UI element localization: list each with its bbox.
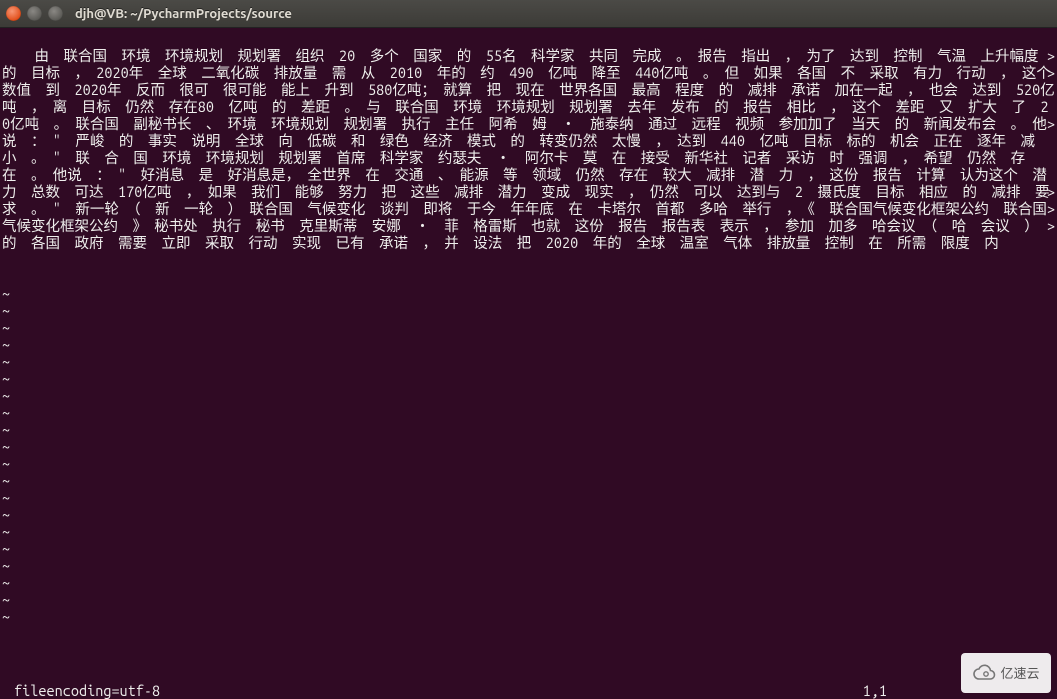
terminal-viewport[interactable]: 由 联合国 环境 环境规划 规划署 组织 20 多个 国家 的 55名 科学家 … [0,28,1057,699]
terminal-window: djh@VB: ~/PycharmProjects/source 由 联合国 环… [0,0,1057,699]
close-icon[interactable] [6,6,21,21]
file-encoding: fileencoding=utf-8 [14,682,160,699]
cloud-icon [972,663,996,683]
watermark-text: 亿速云 [1000,665,1039,682]
minimize-icon[interactable] [27,6,42,21]
file-content: 由 联合国 环境 环境规划 规划署 组织 20 多个 国家 的 55名 科学家 … [2,47,1057,251]
window-titlebar[interactable]: djh@VB: ~/PycharmProjects/source [0,0,1057,28]
watermark-badge: 亿速云 [961,653,1051,693]
window-title: djh@VB: ~/PycharmProjects/source [75,7,292,21]
cursor-position: 1,1 [863,682,887,699]
vim-status-bar: fileencoding=utf-8 1,1 [0,682,1057,699]
empty-line-markers: ~ ~ ~ ~ ~ ~ ~ ~ ~ ~ ~ ~ ~ ~ ~ ~ ~ ~ ~ ~ [2,268,1055,625]
wrap-indicators: >>>>>> [1047,30,1055,302]
maximize-icon[interactable] [48,6,63,21]
